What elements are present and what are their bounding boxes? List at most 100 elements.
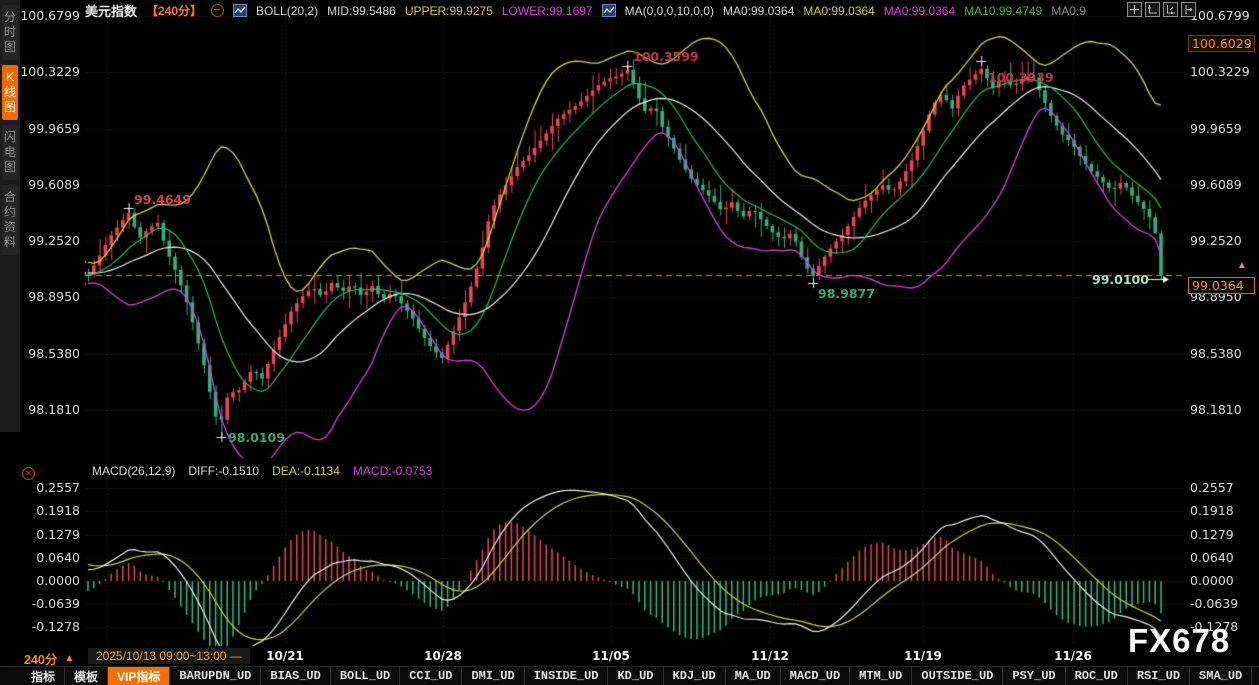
main-axis-label-left: 100.3229 <box>16 64 80 79</box>
macd-axis-label-left: 0.2557 <box>16 480 80 495</box>
main-axis-label-left: 98.1810 <box>16 402 80 417</box>
scroll-to-latest-icon[interactable]: ▲ <box>1237 260 1247 271</box>
main-axis-label-right: 100.6799 <box>1190 8 1250 23</box>
symbol-label: 美元指数 <box>85 1 137 20</box>
boll-lower-value: LOWER:99.1697 <box>502 4 593 18</box>
macd-axis-label-left: 0.1279 <box>16 527 80 542</box>
sidebar: 分 时 图 K 线 图闪 电 图合 约 资 料 <box>0 0 20 432</box>
macd-axis-label-right: 0.1918 <box>1190 503 1234 518</box>
macd-axis-label-right: 0.0640 <box>1190 550 1234 565</box>
boll-indicator-icon[interactable] <box>233 4 247 17</box>
shift-right-icon[interactable] <box>1181 2 1196 17</box>
main-axis-label-left: 100.6799 <box>16 8 80 23</box>
macd-params: MACD(26,12,9) <box>92 464 175 478</box>
ma-values: MA0:99.0364 MA0:99.0364 MA0:99.0364 MA10:99… <box>723 4 1086 18</box>
ma-params: MA(0,0,0,10,0,0) <box>625 4 714 18</box>
indicator-tab-vip[interactable]: VIP指标 <box>108 667 170 685</box>
macd-axis-label-right: 0.1279 <box>1190 527 1234 542</box>
move-icon[interactable] <box>1127 2 1142 17</box>
macd-macd-value: MACD:-0.0753 <box>353 464 432 478</box>
ma-value-0: MA0:99.0364 <box>723 4 794 18</box>
main-axis-label-right: 100.3229 <box>1190 64 1250 79</box>
boll-mid-value: MID:99.5486 <box>327 4 396 18</box>
sidebar-item-time-chart[interactable]: 分 时 图 <box>2 5 18 60</box>
ma-value-4: MA0:9 <box>1051 4 1086 18</box>
price-annotation: 100.3599 <box>633 49 699 64</box>
macd-settings-icon[interactable]: ✕ <box>22 467 35 480</box>
indicator-tab-dmi_ud[interactable]: DMI_UD <box>462 667 524 685</box>
main-axis-label-left: 99.2520 <box>16 233 80 248</box>
indicator-tab-bias_ud[interactable]: BIAS_UD <box>261 667 330 685</box>
indicator-tab-psy_ud[interactable]: PSY_UD <box>1003 667 1065 685</box>
sidebar-item-lightning-chart[interactable]: 闪 电 图 <box>2 125 18 180</box>
macd-axis-label-left: 0.0640 <box>16 550 80 565</box>
price-annotation: 100.3939 <box>988 70 1054 85</box>
macd-axis-label-left: -0.0639 <box>16 596 80 611</box>
macd-diff-value: DIFF:-0.1510 <box>188 464 259 478</box>
indicator-tab-[interactable]: 模板 <box>65 667 108 685</box>
macd-dea-value: DEA:-0.1134 <box>272 464 340 478</box>
indicator-tab-outside_ud[interactable]: OUTSIDE_UD <box>912 667 1003 685</box>
indicator-tab-boll_ud[interactable]: BOLL_UD <box>331 667 400 685</box>
main-axis-label-left: 99.6089 <box>16 177 80 192</box>
chart-canvas[interactable] <box>0 0 1259 648</box>
main-axis-label-right: 98.5380 <box>1190 346 1242 361</box>
x-axis-date-label: 10/21 <box>266 649 304 663</box>
watermark: FX678 <box>1128 622 1230 660</box>
indicator-tab-kd_ud[interactable]: KD_UD <box>608 667 663 685</box>
price-annotation: 98.9877 <box>818 286 875 301</box>
ma-indicator-icon[interactable] <box>602 4 616 17</box>
price-annotation: 98.0109 <box>228 430 285 445</box>
indicator-tab-roc_ud[interactable]: ROC_UD <box>1066 667 1128 685</box>
indicator-tab-mtm_ud[interactable]: MTM_UD <box>850 667 912 685</box>
main-axis-label-left: 98.8950 <box>16 289 80 304</box>
main-axis-label-right: 99.9659 <box>1190 121 1242 136</box>
macd-axis-label-left: 0.0000 <box>16 573 80 588</box>
main-axis-label-left: 98.5380 <box>16 346 80 361</box>
indicator-tab-sma_ud[interactable]: SMA_UD <box>1190 667 1252 685</box>
x-axis-date-label: 10/28 <box>424 649 462 663</box>
indicator-tab-inside_ud[interactable]: INSIDE_UD <box>525 667 609 685</box>
main-axis-label-left: 99.9659 <box>16 121 80 136</box>
period-label: 【240分】 <box>146 2 202 19</box>
x-axis-date-label: 11/26 <box>1054 649 1092 663</box>
ma-value-3: MA10:99.4749 <box>964 4 1042 18</box>
macd-axis-label-right: -0.0639 <box>1190 596 1238 611</box>
session-high-marker: 100.6029 <box>1188 35 1255 52</box>
current-price-marker: 99.0364 <box>1188 277 1255 294</box>
macd-header: MACD(26,12,9) DIFF:-0.1510 DEA:-0.1134 M… <box>92 464 432 478</box>
sidebar-item-candlestick-chart[interactable]: K 线 图 <box>2 65 18 120</box>
x-axis-date-label: 11/12 <box>751 649 789 663</box>
indicator-tab-macd_ud[interactable]: MACD_UD <box>781 667 850 685</box>
main-axis-label-right: 98.1810 <box>1190 402 1242 417</box>
chart-toolbar <box>1127 2 1196 17</box>
x-axis-bar: 240分 ▲ 2025/10/13 09:00~13:00 — 10/2110/… <box>0 648 1259 666</box>
boll-upper-value: UPPER:99.9275 <box>405 4 493 18</box>
indicator-tab-bar: 指标模板VIP指标BARUPDN_UDBIAS_UDBOLL_UDCCI_UDD… <box>0 666 1259 685</box>
indicator-tab-[interactable]: 指标 <box>22 667 65 685</box>
macd-axis-label-right: 0.2557 <box>1190 480 1234 495</box>
price-annotation: 99.4649 <box>134 192 191 207</box>
indicator-tab-ma_ud[interactable]: MA_UD <box>726 667 781 685</box>
main-axis-label-right: 99.2520 <box>1190 233 1242 248</box>
x-axis-date-label: 11/19 <box>904 649 942 663</box>
indicator-tab-cci_ud[interactable]: CCI_UD <box>400 667 462 685</box>
ma-value-2: MA0:99.0364 <box>884 4 955 18</box>
fit-horizontal-axis-icon[interactable] <box>1163 2 1178 17</box>
indicator-tab-kdj_ud[interactable]: KDJ_UD <box>664 667 726 685</box>
session-range[interactable]: 2025/10/13 09:00~13:00 — <box>88 648 250 664</box>
boll-params: BOLL(20,2) <box>256 4 318 18</box>
indicator-tab-barupdn_ud[interactable]: BARUPDN_UD <box>170 667 261 685</box>
period-dropdown-icon: ▲ <box>64 653 74 664</box>
ma-value-1: MA0:99.0364 <box>803 4 874 18</box>
sidebar-item-contract-info[interactable]: 合 约 资 料 <box>2 185 18 255</box>
collapse-indicator-icon[interactable] <box>211 4 224 17</box>
x-axis-date-label: 11/05 <box>592 649 630 663</box>
main-axis-label-right: 99.6089 <box>1190 177 1242 192</box>
fit-vertical-axis-icon[interactable] <box>1145 2 1160 17</box>
macd-axis-label-right: 0.0000 <box>1190 573 1234 588</box>
macd-axis-label-left: 0.1918 <box>16 503 80 518</box>
indicator-tab->>[interactable]: >> <box>1252 667 1259 685</box>
chart-header: 美元指数 【240分】 BOLL(20,2) MID:99.5486 UPPER… <box>85 1 1086 20</box>
indicator-tab-rsi_ud[interactable]: RSI_UD <box>1128 667 1190 685</box>
